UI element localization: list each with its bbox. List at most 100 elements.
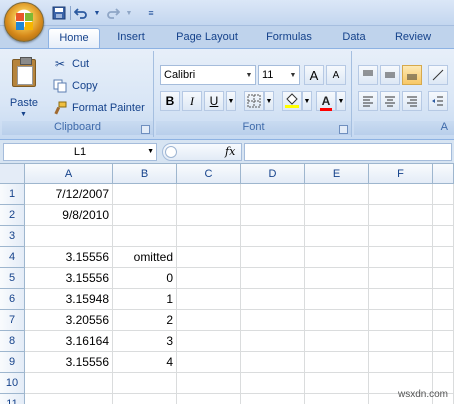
cell-a6[interactable]: 3.15948 <box>25 289 113 310</box>
cell-a11[interactable] <box>25 394 113 404</box>
cell-a7[interactable]: 3.20556 <box>25 310 113 331</box>
italic-button[interactable]: I <box>182 91 202 111</box>
font-color-button[interactable]: A <box>316 91 336 111</box>
decrease-indent-button[interactable] <box>428 91 448 111</box>
fill-color-button[interactable] <box>282 91 302 111</box>
cell-c8[interactable] <box>177 331 241 352</box>
cell-c6[interactable] <box>177 289 241 310</box>
top-align-button[interactable] <box>358 65 378 85</box>
row-header-3[interactable]: 3 <box>0 226 25 247</box>
cell-e5[interactable] <box>305 268 369 289</box>
cell-a1[interactable]: 7/12/2007 <box>25 184 113 205</box>
grow-font-button[interactable]: A <box>304 65 324 85</box>
fill-color-dropdown[interactable]: ▼ <box>302 91 312 111</box>
cell-c9[interactable] <box>177 352 241 373</box>
cell-g5[interactable] <box>433 268 454 289</box>
cell-f8[interactable] <box>369 331 433 352</box>
copy-button[interactable]: Copy <box>52 77 98 95</box>
tab-data[interactable]: Data <box>334 28 374 48</box>
row-header-5[interactable]: 5 <box>0 268 25 289</box>
cell-c10[interactable] <box>177 373 241 394</box>
cell-b9[interactable]: 4 <box>113 352 177 373</box>
format-painter-button[interactable]: Format Painter <box>52 99 145 117</box>
row-header-4[interactable]: 4 <box>0 247 25 268</box>
row-header-6[interactable]: 6 <box>0 289 25 310</box>
row-header-8[interactable]: 8 <box>0 331 25 352</box>
middle-align-button[interactable] <box>380 65 400 85</box>
cell-g4[interactable] <box>433 247 454 268</box>
bottom-align-button[interactable] <box>402 65 422 85</box>
cell-g7[interactable] <box>433 310 454 331</box>
row-header-2[interactable]: 2 <box>0 205 25 226</box>
cell-f7[interactable] <box>369 310 433 331</box>
borders-dropdown[interactable]: ▼ <box>264 91 274 111</box>
insert-function-button[interactable]: fx <box>225 145 235 158</box>
cell-c5[interactable] <box>177 268 241 289</box>
cell-d2[interactable] <box>241 205 305 226</box>
font-size-combo[interactable]: 11 ▼ <box>258 65 300 85</box>
cell-f9[interactable] <box>369 352 433 373</box>
borders-button[interactable] <box>244 91 264 111</box>
cell-e8[interactable] <box>305 331 369 352</box>
cell-e2[interactable] <box>305 205 369 226</box>
cell-a10[interactable] <box>25 373 113 394</box>
cell-g1[interactable] <box>433 184 454 205</box>
tab-page-layout[interactable]: Page Layout <box>168 28 246 48</box>
shrink-font-button[interactable]: A <box>326 65 346 85</box>
cell-g3[interactable] <box>433 226 454 247</box>
name-box[interactable]: L1 ▼ <box>3 143 157 161</box>
font-name-combo[interactable]: Calibri ▼ <box>160 65 256 85</box>
cell-e9[interactable] <box>305 352 369 373</box>
column-header-b[interactable]: B <box>113 164 177 184</box>
resize-knob-icon[interactable] <box>165 146 177 158</box>
tab-formulas[interactable]: Formulas <box>258 28 320 48</box>
font-launcher-icon[interactable] <box>339 125 348 134</box>
cell-c2[interactable] <box>177 205 241 226</box>
cell-f4[interactable] <box>369 247 433 268</box>
cell-a3[interactable] <box>25 226 113 247</box>
column-header-a[interactable]: A <box>25 164 113 184</box>
cell-e1[interactable] <box>305 184 369 205</box>
save-icon[interactable] <box>50 4 68 22</box>
column-header-g[interactable] <box>433 164 454 184</box>
row-header-10[interactable]: 10 <box>0 373 25 394</box>
column-header-e[interactable]: E <box>305 164 369 184</box>
cell-d6[interactable] <box>241 289 305 310</box>
underline-dropdown[interactable]: ▼ <box>226 91 236 111</box>
cell-f1[interactable] <box>369 184 433 205</box>
cell-b11[interactable] <box>113 394 177 404</box>
column-header-d[interactable]: D <box>241 164 305 184</box>
tab-home[interactable]: Home <box>48 28 100 48</box>
cell-e6[interactable] <box>305 289 369 310</box>
cell-c3[interactable] <box>177 226 241 247</box>
align-left-button[interactable] <box>358 91 378 111</box>
cell-c11[interactable] <box>177 394 241 404</box>
row-header-1[interactable]: 1 <box>0 184 25 205</box>
cell-d1[interactable] <box>241 184 305 205</box>
cell-f2[interactable] <box>369 205 433 226</box>
cell-d10[interactable] <box>241 373 305 394</box>
cell-d4[interactable] <box>241 247 305 268</box>
cell-d9[interactable] <box>241 352 305 373</box>
cell-a2[interactable]: 9/8/2010 <box>25 205 113 226</box>
cell-d5[interactable] <box>241 268 305 289</box>
cell-e3[interactable] <box>305 226 369 247</box>
office-button[interactable] <box>4 2 44 42</box>
cell-c4[interactable] <box>177 247 241 268</box>
cell-g2[interactable] <box>433 205 454 226</box>
cell-a4[interactable]: 3.15556 <box>25 247 113 268</box>
row-header-11[interactable]: 11 <box>0 394 25 404</box>
cell-e10[interactable] <box>305 373 369 394</box>
cell-a9[interactable]: 3.15556 <box>25 352 113 373</box>
cell-e7[interactable] <box>305 310 369 331</box>
cell-b3[interactable] <box>113 226 177 247</box>
cell-b4[interactable]: omitted <box>113 247 177 268</box>
cell-b10[interactable] <box>113 373 177 394</box>
cell-b5[interactable]: 0 <box>113 268 177 289</box>
cell-e11[interactable] <box>305 394 369 404</box>
clipboard-launcher-icon[interactable] <box>141 125 150 134</box>
row-header-7[interactable]: 7 <box>0 310 25 331</box>
cell-c7[interactable] <box>177 310 241 331</box>
font-color-dropdown[interactable]: ▼ <box>336 91 346 111</box>
cell-a8[interactable]: 3.16164 <box>25 331 113 352</box>
